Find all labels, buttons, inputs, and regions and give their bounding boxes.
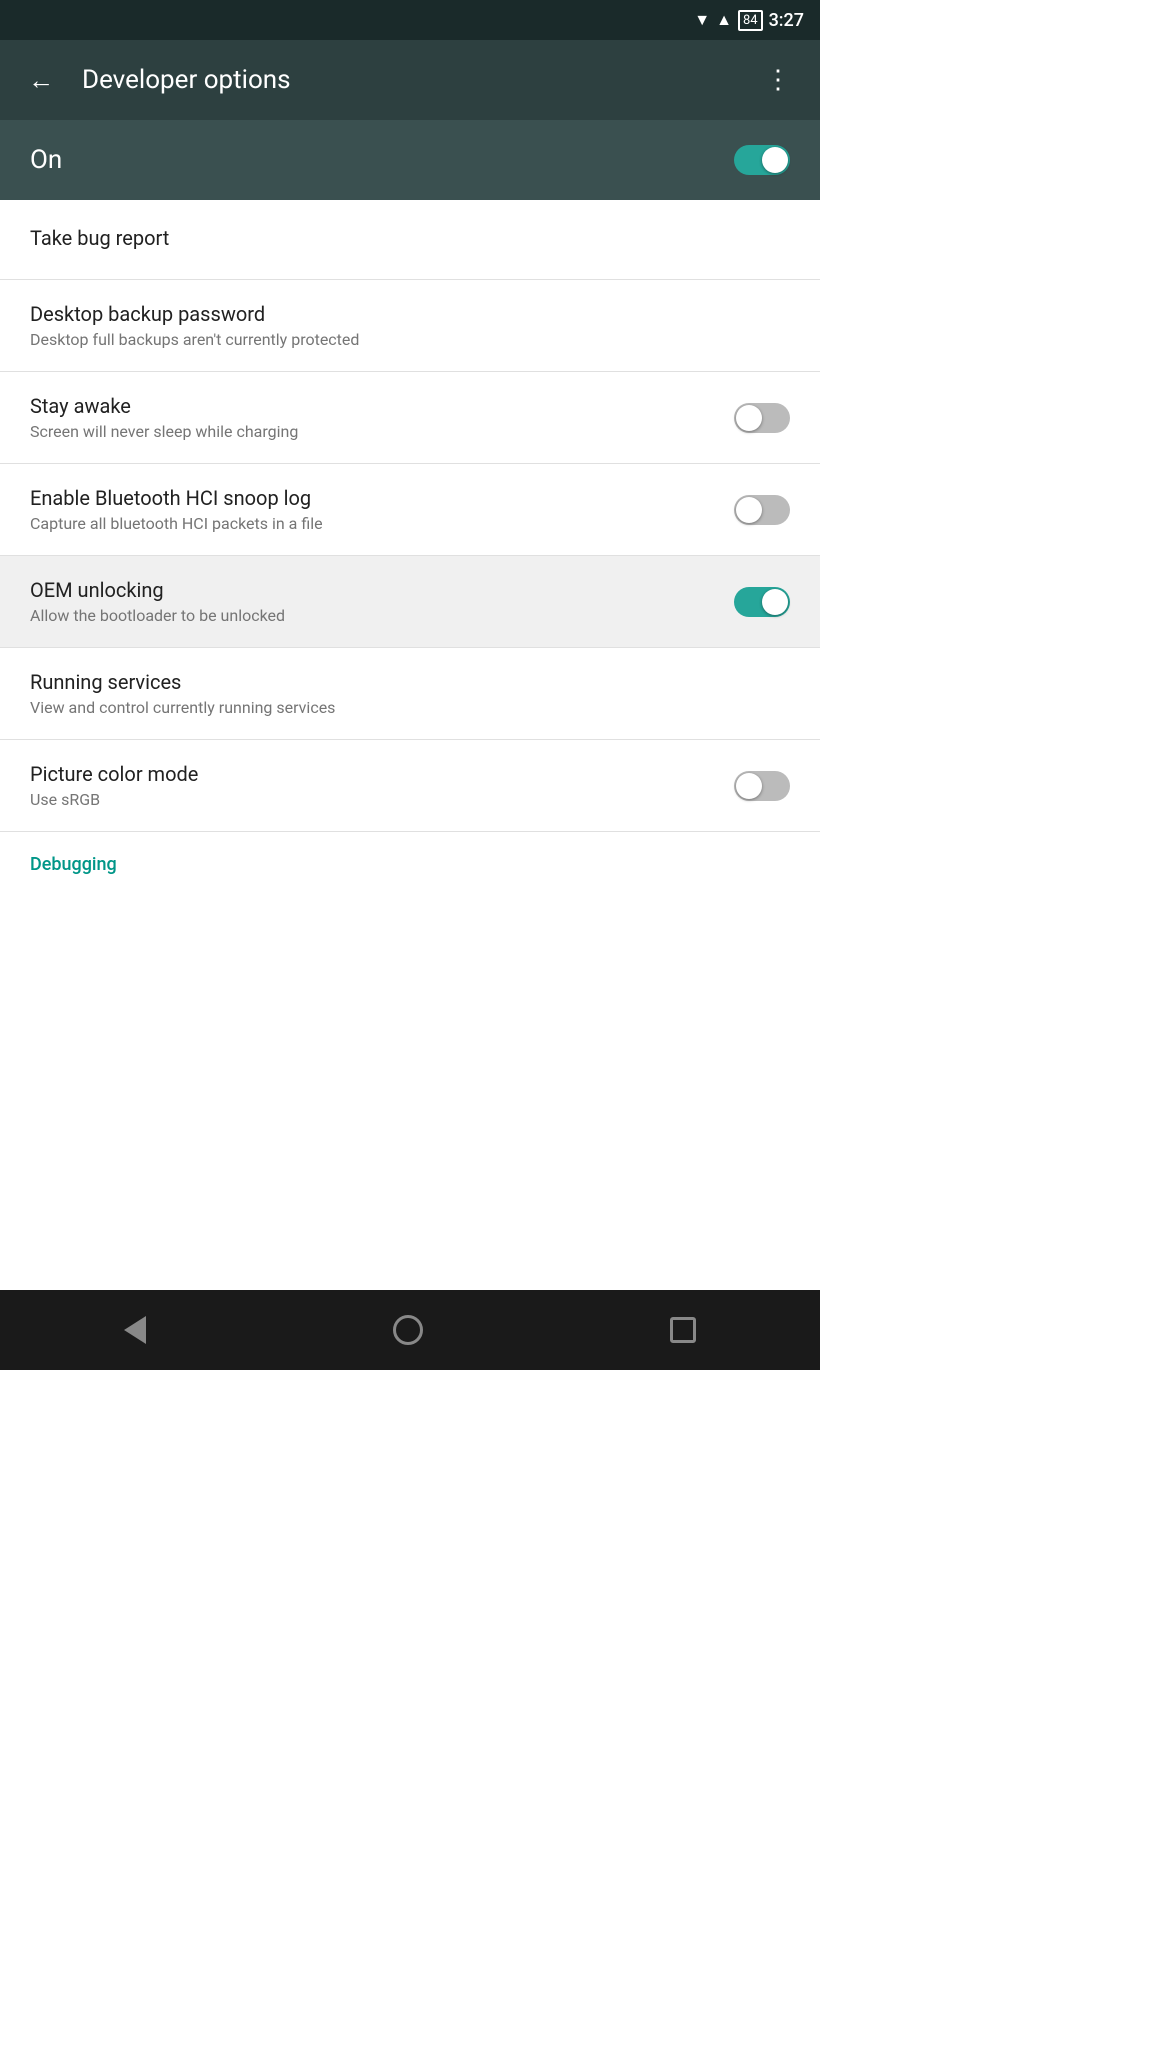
- toggle-thumb: [762, 147, 788, 173]
- toggle-thumb: [736, 497, 762, 523]
- setting-text-running-services: Running services View and control curren…: [30, 670, 790, 717]
- setting-subtitle-bluetooth-hci: Capture all bluetooth HCI packets in a f…: [30, 514, 734, 533]
- setting-picture-color-mode[interactable]: Picture color mode Use sRGB: [0, 740, 820, 832]
- toolbar: ← Developer options ⋮: [0, 40, 820, 120]
- setting-take-bug-report[interactable]: Take bug report: [0, 200, 820, 280]
- recents-square-icon: [670, 1317, 696, 1343]
- setting-subtitle-running-services: View and control currently running servi…: [30, 698, 790, 717]
- setting-title-stay-awake: Stay awake: [30, 394, 734, 418]
- developer-options-toggle-section: On: [0, 120, 820, 200]
- setting-subtitle-stay-awake: Screen will never sleep while charging: [30, 422, 734, 441]
- status-bar: ▼ ▲ 84 3:27: [0, 0, 820, 40]
- oem-unlocking-toggle[interactable]: [734, 587, 790, 617]
- bluetooth-hci-toggle[interactable]: [734, 495, 790, 525]
- debugging-label: Debugging: [30, 854, 117, 875]
- setting-text-stay-awake: Stay awake Screen will never sleep while…: [30, 394, 734, 441]
- setting-oem-unlocking[interactable]: OEM unlocking Allow the bootloader to be…: [0, 556, 820, 648]
- setting-running-services[interactable]: Running services View and control curren…: [0, 648, 820, 740]
- on-label: On: [30, 145, 734, 175]
- setting-text-bluetooth-hci: Enable Bluetooth HCI snoop log Capture a…: [30, 486, 734, 533]
- toggle-thumb: [736, 773, 762, 799]
- more-options-button[interactable]: ⋮: [757, 57, 800, 103]
- setting-text-picture-color-mode: Picture color mode Use sRGB: [30, 762, 734, 809]
- setting-subtitle-picture-color-mode: Use sRGB: [30, 790, 734, 809]
- setting-title-running-services: Running services: [30, 670, 790, 694]
- back-button[interactable]: ←: [20, 57, 62, 104]
- back-triangle-icon: [124, 1316, 146, 1344]
- setting-text-desktop-backup-password: Desktop backup password Desktop full bac…: [30, 302, 790, 349]
- developer-options-toggle[interactable]: [734, 145, 790, 175]
- setting-desktop-backup-password[interactable]: Desktop backup password Desktop full bac…: [0, 280, 820, 372]
- setting-text-oem-unlocking: OEM unlocking Allow the bootloader to be…: [30, 578, 734, 625]
- setting-subtitle-oem-unlocking: Allow the bootloader to be unlocked: [30, 606, 734, 625]
- setting-title-bluetooth-hci: Enable Bluetooth HCI snoop log: [30, 486, 734, 510]
- settings-list: Take bug report Desktop backup password …: [0, 200, 820, 1290]
- battery-icon: 84: [738, 10, 763, 31]
- toggle-thumb: [762, 589, 788, 615]
- wifi-icon: ▼: [694, 10, 710, 30]
- setting-text-take-bug-report: Take bug report: [30, 226, 790, 254]
- nav-recents-button[interactable]: [660, 1307, 706, 1353]
- status-time: 3:27: [769, 10, 804, 31]
- setting-bluetooth-hci[interactable]: Enable Bluetooth HCI snoop log Capture a…: [0, 464, 820, 556]
- stay-awake-toggle[interactable]: [734, 403, 790, 433]
- setting-title-desktop-backup-password: Desktop backup password: [30, 302, 790, 326]
- debugging-section-header: Debugging: [0, 832, 820, 885]
- setting-title-take-bug-report: Take bug report: [30, 226, 790, 250]
- nav-bar: [0, 1290, 820, 1370]
- setting-subtitle-desktop-backup-password: Desktop full backups aren't currently pr…: [30, 330, 790, 349]
- home-circle-icon: [393, 1315, 423, 1345]
- signal-icon: ▲: [716, 10, 732, 30]
- status-icons: ▼ ▲ 84 3:27: [694, 10, 804, 31]
- toggle-thumb: [736, 405, 762, 431]
- page-title: Developer options: [82, 65, 737, 95]
- setting-title-picture-color-mode: Picture color mode: [30, 762, 734, 786]
- setting-stay-awake[interactable]: Stay awake Screen will never sleep while…: [0, 372, 820, 464]
- setting-title-oem-unlocking: OEM unlocking: [30, 578, 734, 602]
- nav-home-button[interactable]: [383, 1305, 433, 1355]
- picture-color-mode-toggle[interactable]: [734, 771, 790, 801]
- nav-back-button[interactable]: [114, 1306, 156, 1354]
